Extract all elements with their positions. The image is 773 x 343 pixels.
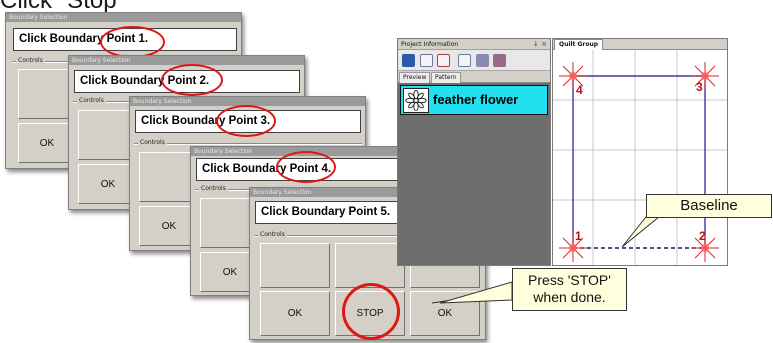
pattern-list-item[interactable]: feather flower <box>400 85 548 115</box>
corner-label-4: 4 <box>576 83 583 97</box>
corner-label-3: 3 <box>696 80 703 94</box>
ok-button-2[interactable]: OK <box>410 291 480 336</box>
save-icon[interactable] <box>402 54 415 67</box>
corner-label-2: 2 <box>699 229 706 243</box>
quilt-tab-bar: Quilt Group <box>553 39 727 50</box>
tab-quilt-group[interactable]: Quilt Group <box>554 39 604 50</box>
pattern-name: feather flower <box>433 92 519 107</box>
dialog-prompt: Click Boundary Point 3. <box>135 110 361 133</box>
baseline-callout: Baseline <box>646 194 772 218</box>
remove-pattern-icon[interactable] <box>437 54 450 67</box>
project-panel-title: Project Information ↓ × <box>398 39 550 50</box>
copy-icon[interactable] <box>458 54 471 67</box>
control-button[interactable] <box>335 243 405 288</box>
stop-button[interactable]: STOP <box>335 291 405 336</box>
project-tabs: Preview Pattern <box>398 71 550 83</box>
ungroup-icon[interactable] <box>493 54 506 67</box>
quilt-group-panel: Quilt Group 1 2 3 4 <box>552 38 728 266</box>
controls-label: Controls <box>16 57 45 65</box>
ok-button[interactable]: OK <box>260 291 330 336</box>
dialog-prompt: Click Boundary Point 1. <box>13 28 237 51</box>
dialog-prompt: Click Boundary Point 4. <box>196 158 422 181</box>
project-toolbar <box>398 50 550 71</box>
controls-label: Controls <box>77 97 106 105</box>
tab-preview[interactable]: Preview <box>399 72 431 83</box>
panel-pin-close-icon[interactable]: ↓ × <box>533 39 547 50</box>
add-pattern-icon[interactable] <box>420 54 433 67</box>
dialog-prompt: Click Boundary Point 2. <box>74 70 300 93</box>
corner-markers <box>559 62 719 262</box>
group-icon[interactable] <box>476 54 489 67</box>
dialog-title: Boundary Selection <box>69 56 304 65</box>
controls-label: Controls <box>258 231 287 239</box>
press-stop-callout: Press 'STOP' when done. <box>512 268 627 311</box>
tab-pattern[interactable]: Pattern <box>431 72 461 83</box>
controls-label: Controls <box>138 139 167 147</box>
dialog-title: Boundary Selection <box>6 13 241 22</box>
controls-label: Controls <box>199 185 228 193</box>
project-information-panel: Project Information ↓ × Preview Pattern <box>397 38 551 266</box>
dialog-title: Boundary Selection <box>130 97 365 106</box>
feather-flower-thumbnail-icon <box>403 88 429 113</box>
dialog-title: Boundary Selection <box>191 147 426 156</box>
corner-label-1: 1 <box>575 229 582 243</box>
control-button[interactable] <box>260 243 330 288</box>
